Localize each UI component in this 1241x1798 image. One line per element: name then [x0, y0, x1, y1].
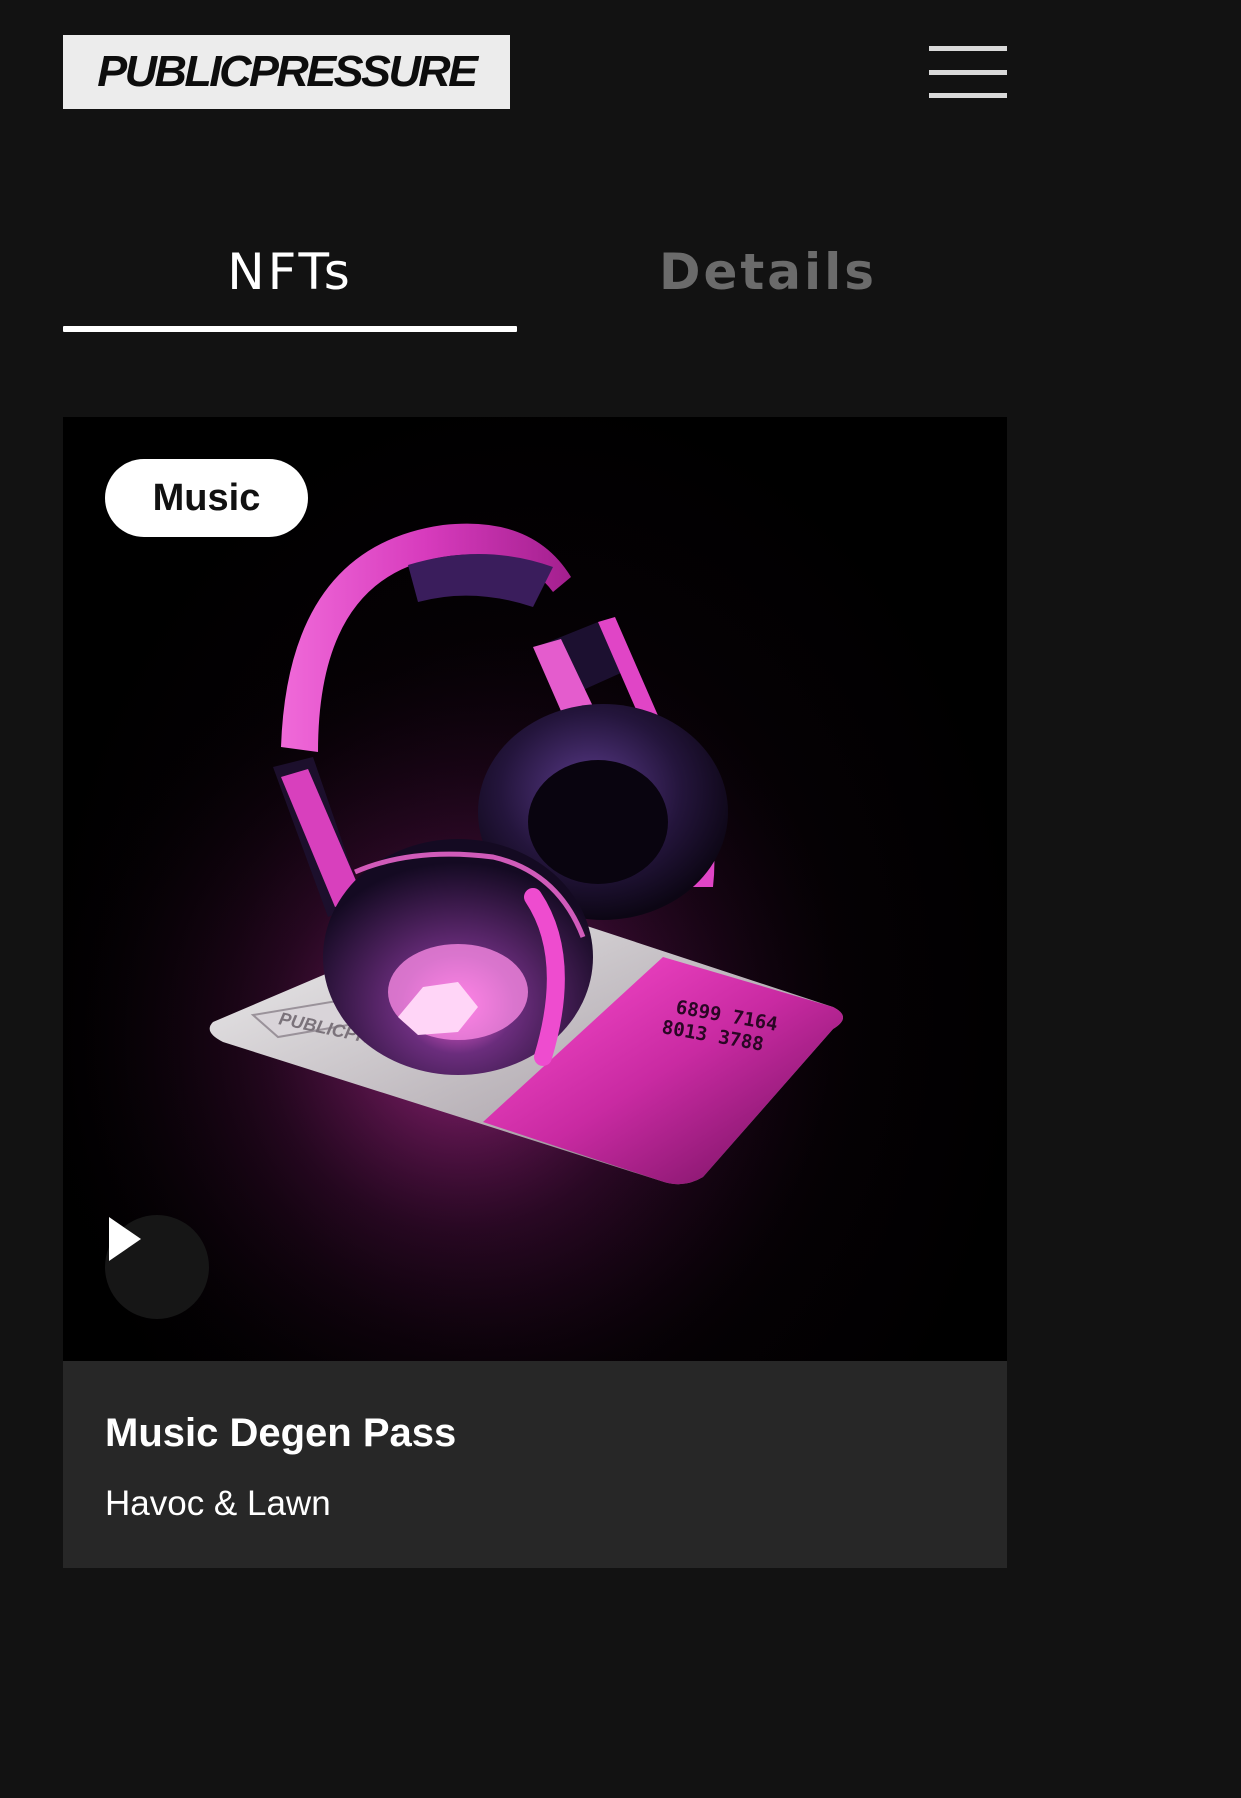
menu-bar [929, 93, 1007, 98]
menu-bar [929, 69, 1007, 75]
active-tab-indicator [63, 326, 517, 332]
tab-nfts[interactable]: NFTs [63, 228, 517, 334]
nft-card-info: Music Degen Pass Havoc & Lawn [105, 1411, 456, 1524]
nft-artist: Havoc & Lawn [105, 1484, 331, 1523]
tab-bar: NFTs Details [63, 228, 1007, 334]
play-icon [109, 1217, 141, 1261]
tab-details[interactable]: Details [541, 228, 995, 334]
nft-artwork-image: PUBLICPRESSURE 6899 7164 8013 3788 [63, 417, 1007, 1361]
nft-card[interactable]: PUBLICPRESSURE 6899 7164 8013 3788 [63, 417, 1007, 1568]
logo-text: PUBLICPRESSURE [97, 47, 478, 96]
menu-bar [929, 46, 1007, 51]
category-badge: Music [105, 459, 308, 537]
nft-title: Music Degen Pass [105, 1411, 457, 1455]
publicpressure-logo[interactable]: PUBLICPRESSURE [63, 35, 510, 109]
page: PUBLICPRESSURE NFTs Details 6899 7164 80… [0, 0, 1082, 1568]
play-button[interactable] [105, 1215, 209, 1319]
headphones-on-card-artwork: PUBLICPRESSURE 6899 7164 8013 3788 [63, 417, 1007, 1361]
hamburger-menu-icon[interactable] [929, 46, 1007, 98]
